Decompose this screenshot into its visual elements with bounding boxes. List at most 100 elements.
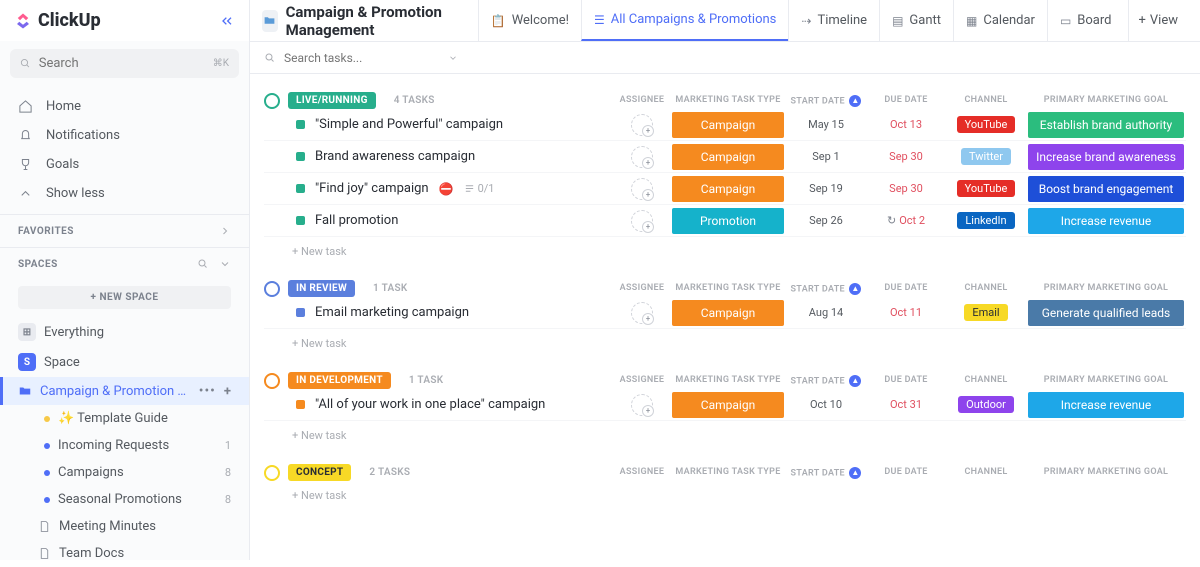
channel-pill[interactable]: LinkedIn (957, 212, 1014, 229)
favorites-header[interactable]: FAVORITES (0, 214, 249, 247)
status-ring-icon[interactable] (264, 465, 280, 481)
assignee-add[interactable] (631, 302, 653, 324)
task-row[interactable]: Email marketing campaign Campaign Aug 14… (264, 297, 1186, 329)
status-badge[interactable]: IN REVIEW (288, 280, 355, 297)
task-row[interactable]: "All of your work in one place" campaign… (264, 389, 1186, 421)
sidebar-search[interactable]: ⌘K (10, 49, 239, 78)
tree-list-item[interactable]: Seasonal Promotions 8 (38, 486, 249, 513)
nav-show-less[interactable]: Show less (0, 179, 249, 208)
channel-pill[interactable]: Twitter (961, 148, 1011, 165)
assignee-add[interactable] (631, 178, 653, 200)
add-icon[interactable]: + (224, 384, 231, 399)
tree-folder-campaign[interactable]: Campaign & Promotion M... ••• + (0, 377, 249, 405)
start-date[interactable]: Sep 1 (786, 150, 866, 163)
tab-welcome-[interactable]: 📋 Welcome! (478, 0, 581, 41)
task-type-pill[interactable]: Campaign (672, 144, 784, 170)
goal-pill[interactable]: Increase revenue (1028, 392, 1184, 418)
goal-pill[interactable]: Establish brand authority (1028, 112, 1184, 138)
sort-asc-icon[interactable]: ▲ (849, 375, 861, 387)
nav-notifications[interactable]: Notifications (0, 121, 249, 150)
tab-gantt[interactable]: ▤ Gantt (879, 0, 953, 41)
more-icon[interactable]: ••• (199, 383, 216, 399)
tree-doc-item[interactable]: Team Docs (0, 540, 249, 567)
search-icon[interactable] (197, 258, 209, 270)
sort-asc-icon[interactable]: ▲ (849, 95, 861, 107)
new-space-button[interactable]: + NEW SPACE (18, 286, 231, 309)
nav-goals[interactable]: Goals (0, 150, 249, 179)
tree-list-item[interactable]: ✨ Template Guide (38, 405, 249, 432)
tree-list-item[interactable]: Campaigns 8 (38, 459, 249, 486)
chevron-down-icon[interactable] (219, 258, 231, 270)
assignee-add[interactable] (631, 210, 653, 232)
start-date[interactable]: Sep 26 (786, 214, 866, 227)
task-count: 2 TASKS (369, 467, 410, 478)
nav-home[interactable]: Home (0, 92, 249, 121)
group-concept: CONCEPT 2 TASKS ASSIGNEE MARKETING TASK … (264, 464, 1186, 502)
spaces-header[interactable]: SPACES (0, 247, 249, 280)
new-task-button[interactable]: + New task (264, 421, 1186, 442)
tab-calendar[interactable]: ▦ Calendar (953, 0, 1047, 41)
tree-doc-item[interactable]: Meeting Minutes (0, 513, 249, 540)
add-view-button[interactable]: + View (1128, 0, 1189, 41)
task-row[interactable]: Fall promotion Promotion Sep 26 ↻Oct 2 L… (264, 205, 1186, 237)
chevron-down-icon[interactable] (448, 53, 458, 63)
chevron-double-left-icon (219, 13, 235, 29)
sort-asc-icon[interactable]: ▲ (849, 467, 861, 479)
list-label: Incoming Requests (58, 438, 169, 453)
goal-pill[interactable]: Increase revenue (1028, 208, 1184, 234)
goal-pill[interactable]: Increase brand awareness (1028, 144, 1184, 170)
channel-pill[interactable]: Outdoor (958, 396, 1014, 413)
task-type-pill[interactable]: Promotion (672, 208, 784, 234)
task-type-pill[interactable]: Campaign (672, 176, 784, 202)
due-date[interactable]: ↻Oct 2 (866, 214, 946, 227)
due-date[interactable]: Oct 11 (866, 306, 946, 319)
status-badge[interactable]: CONCEPT (288, 464, 351, 481)
start-date[interactable]: Sep 19 (786, 182, 866, 195)
tree-space[interactable]: S Space (0, 347, 249, 377)
status-ring-icon[interactable] (264, 373, 280, 389)
goal-pill[interactable]: Boost brand engagement (1028, 176, 1184, 202)
start-date[interactable]: Aug 14 (786, 306, 866, 319)
due-date[interactable]: Oct 13 (866, 118, 946, 131)
task-search[interactable] (264, 51, 464, 65)
tab-timeline[interactable]: ⇢ Timeline (788, 0, 879, 41)
goal-pill[interactable]: Generate qualified leads (1028, 300, 1184, 326)
brand-logo[interactable]: ClickUp (14, 10, 101, 31)
tab-board[interactable]: ▭ Board (1047, 0, 1124, 41)
sidebar-search-input[interactable] (39, 56, 205, 71)
status-badge[interactable]: LIVE/RUNNING (288, 92, 376, 109)
due-date[interactable]: Sep 30 (866, 182, 946, 195)
channel-pill[interactable]: YouTube (957, 116, 1016, 133)
status-ring-icon[interactable] (264, 281, 280, 297)
new-task-button[interactable]: + New task (264, 481, 1186, 502)
task-search-input[interactable] (284, 51, 440, 65)
task-type-pill[interactable]: Campaign (672, 300, 784, 326)
task-board: LIVE/RUNNING 4 TASKS ASSIGNEE MARKETING … (250, 74, 1200, 560)
status-badge[interactable]: IN DEVELOPMENT (288, 372, 391, 389)
sidebar-collapse-button[interactable] (219, 13, 235, 29)
tree-everything[interactable]: ⊞ Everything (0, 317, 249, 347)
channel-pill[interactable]: YouTube (957, 180, 1016, 197)
trophy-icon (18, 157, 34, 172)
due-date[interactable]: Oct 31 (866, 398, 946, 411)
assignee-add[interactable] (631, 394, 653, 416)
task-row[interactable]: "Simple and Powerful" campaign Campaign … (264, 109, 1186, 141)
due-date[interactable]: Sep 30 (866, 150, 946, 163)
task-type-pill[interactable]: Campaign (672, 112, 784, 138)
start-date[interactable]: Oct 10 (786, 398, 866, 411)
assignee-add[interactable] (631, 114, 653, 136)
task-row[interactable]: "Find joy" campaign ⛔ 0/1 Campaign Sep 1… (264, 173, 1186, 205)
new-task-button[interactable]: + New task (264, 237, 1186, 258)
tab-all-campaigns-promotions[interactable]: ☰ All Campaigns & Promotions (581, 0, 788, 41)
tree-list-item[interactable]: Incoming Requests 1 (38, 432, 249, 459)
task-title: Email marketing campaign (315, 305, 469, 320)
breadcrumb[interactable]: Campaign & Promotion Management (262, 3, 474, 39)
status-ring-icon[interactable] (264, 93, 280, 109)
task-type-pill[interactable]: Campaign (672, 392, 784, 418)
task-row[interactable]: Brand awareness campaign Campaign Sep 1 … (264, 141, 1186, 173)
start-date[interactable]: May 15 (786, 118, 866, 131)
new-task-button[interactable]: + New task (264, 329, 1186, 350)
sort-asc-icon[interactable]: ▲ (849, 283, 861, 295)
assignee-add[interactable] (631, 146, 653, 168)
channel-pill[interactable]: Email (964, 304, 1007, 321)
